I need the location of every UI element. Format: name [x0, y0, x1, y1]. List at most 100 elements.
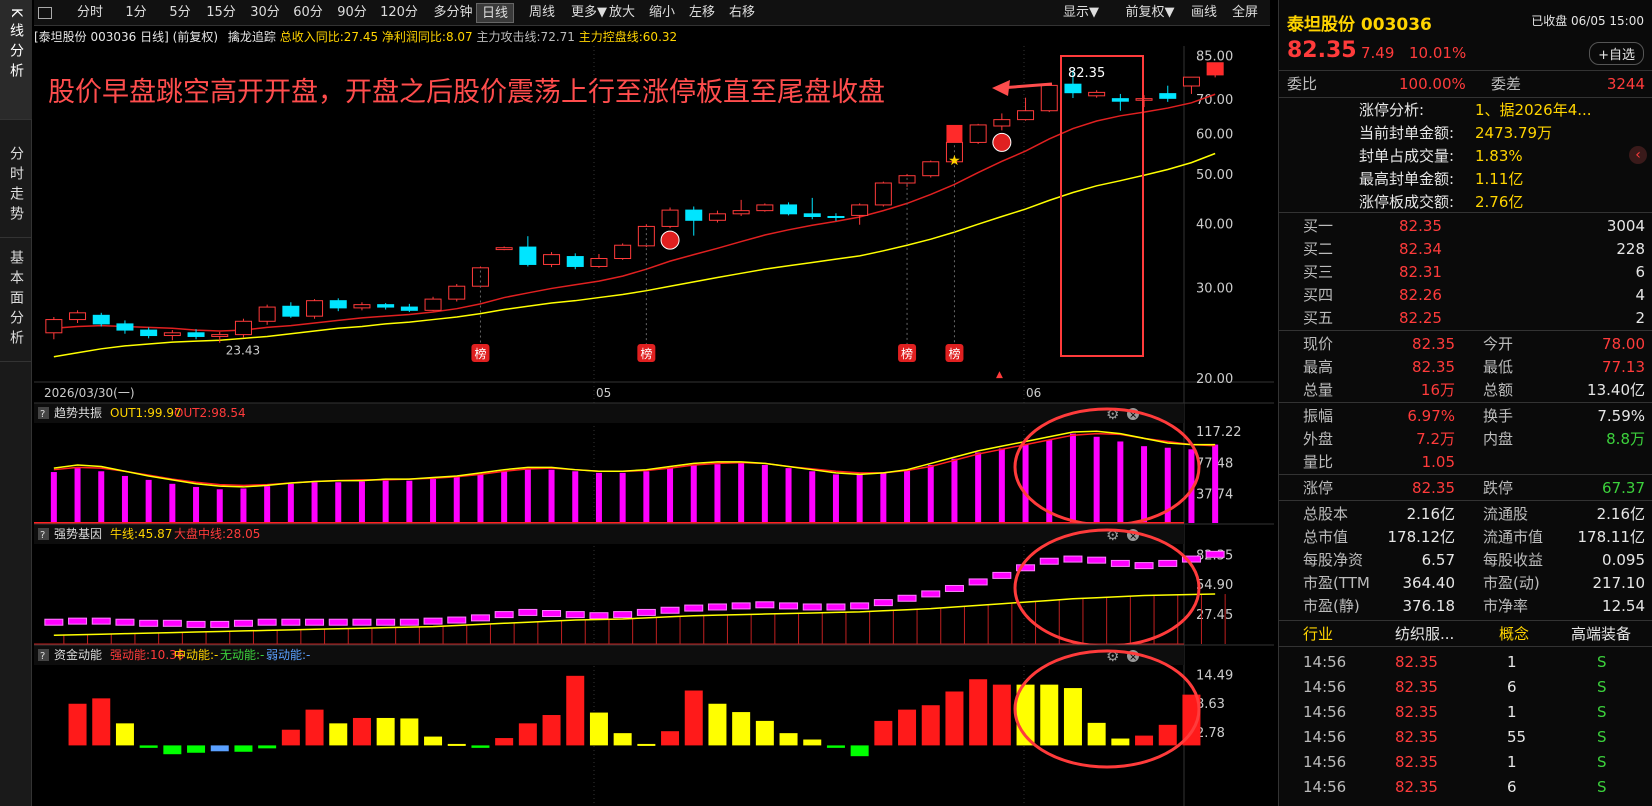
quote-row: 现价 82.35 今开 78.00 [1279, 332, 1652, 356]
trade-time: 14:56 [1303, 703, 1347, 721]
industry-cell[interactable]: 高端装备 [1571, 622, 1631, 646]
toolbar-btn-13[interactable]: 缩小 [644, 3, 680, 23]
gene-block [68, 617, 88, 625]
candle-body [187, 332, 205, 337]
fundamental-row-value: 178.12亿 [1387, 528, 1456, 546]
industry-cell[interactable]: 行业 [1303, 622, 1333, 646]
gene-block [921, 590, 941, 598]
tick-trade-row: 14:56 82.35 6 S [1279, 775, 1652, 799]
panel-value-c: 无动能:- [220, 648, 264, 662]
gene-block [897, 594, 917, 602]
trend-bar [169, 483, 176, 523]
bid-price: 82.25 [1399, 309, 1442, 327]
y-tick-label: 60.00 [1196, 127, 1233, 142]
trend-bar [904, 469, 911, 523]
trend-bar [50, 472, 57, 523]
annotation-text: 股价早盘跳空高开开盘，开盘之后股价震荡上行至涨停板直至尾盘收盘 [48, 77, 885, 108]
tab-kline[interactable]: K线分析 [0, 0, 32, 120]
toolbar-btn-7[interactable]: 120分 [378, 3, 420, 23]
tab-fundamentals[interactable]: 基本面分析 [0, 238, 32, 362]
trade-side: S [1597, 703, 1607, 721]
help-icon-glyph: ? [40, 409, 45, 420]
toolbar-right-btn-3[interactable]: 全屏 [1226, 3, 1264, 23]
toolbar-btn-5[interactable]: 60分 [289, 3, 327, 23]
ma-yellow-line [53, 152, 1216, 358]
gene-block [44, 618, 64, 626]
y-tick-label: 50.00 [1196, 168, 1233, 183]
quote-row-label2: 总额 [1483, 381, 1514, 399]
trend-bar [785, 468, 792, 523]
trend-bar [595, 472, 602, 523]
toolbar-btn-8[interactable]: 多分钟 [429, 3, 477, 23]
toolbar-btn-1[interactable]: 1分 [118, 3, 154, 23]
trade-side: S [1597, 728, 1607, 746]
toolbar-btn-10[interactable]: 周线 [524, 3, 560, 23]
toolbar-right-btn-2[interactable]: 画线 [1186, 3, 1222, 23]
tab-intraday[interactable]: 分时走势 [0, 120, 32, 238]
toolbar-btn-15[interactable]: 右移 [724, 3, 760, 23]
toolbar-btn-2[interactable]: 5分 [162, 3, 198, 23]
stat-row-label: 振幅 [1303, 407, 1334, 425]
gene-block [1087, 556, 1107, 564]
gene-block [826, 603, 846, 611]
flow-bar [708, 703, 727, 746]
toolbar-btn-12[interactable]: 放大 [604, 3, 640, 23]
quote-row-value: 82.35 [1412, 358, 1455, 376]
trade-volume: 6 [1507, 678, 1517, 696]
fundamental-row-label2: 每股收益 [1483, 551, 1544, 569]
gene-block [755, 601, 775, 609]
toolbar-btn-6[interactable]: 90分 [333, 3, 371, 23]
flow-bar [187, 745, 206, 753]
industry-cell[interactable]: 纺织服... [1395, 622, 1454, 646]
out1-line [53, 430, 1216, 488]
menu-box-icon[interactable] [38, 7, 52, 19]
trade-side: S [1597, 778, 1607, 796]
panel-value-a: 牛线:45.87 [110, 526, 172, 541]
toolbar-btn-9[interactable]: 日线 [476, 3, 514, 23]
trend-bar [856, 474, 863, 523]
flow-bar [1087, 722, 1106, 746]
sep-line [1279, 70, 1652, 71]
industry-cell[interactable]: 概念 [1499, 622, 1529, 646]
toolbar-btn-0[interactable]: 分时 [70, 3, 110, 23]
trend-bar [382, 480, 389, 523]
gene-block [850, 602, 870, 610]
fundamental-row: 总市值 178.12亿 流通市值 178.11亿 [1279, 525, 1652, 549]
rank-marker-text: 榜 [640, 346, 652, 361]
toolbar-right-btn-1[interactable]: 前复权▼ [1119, 3, 1181, 23]
flow-bar [826, 745, 845, 748]
flow-bar [755, 720, 774, 746]
gene-block [660, 606, 680, 614]
toolbar-right-btn-0[interactable]: 显示▼ [1052, 3, 1110, 23]
toolbar-btn-3[interactable]: 15分 [202, 3, 240, 23]
candle-body [400, 306, 418, 311]
low-price-label: 23.43 [226, 344, 260, 358]
y-tick-label: 30.00 [1196, 282, 1233, 297]
trend-bar [761, 464, 768, 523]
quote-row-label: 总量 [1303, 381, 1334, 399]
fundamental-row-label: 市盈(静) [1303, 597, 1360, 615]
indicator-name[interactable]: 擒龙追踪 [228, 30, 276, 44]
fundamental-row-label: 市盈(TTM [1303, 574, 1370, 592]
sep-line [1279, 500, 1652, 501]
bid-row: 买四 82.26 4 [1279, 283, 1652, 307]
limit-analysis-label: 当前封单金额: [1359, 124, 1455, 142]
trend-bar [975, 452, 982, 523]
gene-block [139, 619, 159, 627]
fundamental-row-value: 2.16亿 [1406, 505, 1455, 523]
gene-block [992, 571, 1012, 579]
flow-bar [1063, 688, 1082, 746]
stat-row-value: 1.05 [1421, 453, 1455, 471]
fundamental-row-value: 6.57 [1421, 551, 1455, 569]
flow-bar [518, 723, 537, 746]
toolbar-btn-4[interactable]: 30分 [246, 3, 284, 23]
candle-body [1088, 91, 1106, 97]
add-watchlist-button[interactable]: +自选 [1589, 42, 1644, 65]
collapse-arrow-icon[interactable]: ‹ [1629, 146, 1647, 164]
toolbar-btn-14[interactable]: 左移 [684, 3, 720, 23]
gene-block [944, 584, 964, 592]
quote-row: 最高 82.35 最低 77.13 [1279, 355, 1652, 379]
toolbar-btn-11[interactable]: 更多▼ [569, 3, 609, 23]
flow-bar [850, 745, 869, 757]
chart-area[interactable]: 85.0070.0060.0050.0040.0030.0020.002026/… [34, 46, 1274, 806]
